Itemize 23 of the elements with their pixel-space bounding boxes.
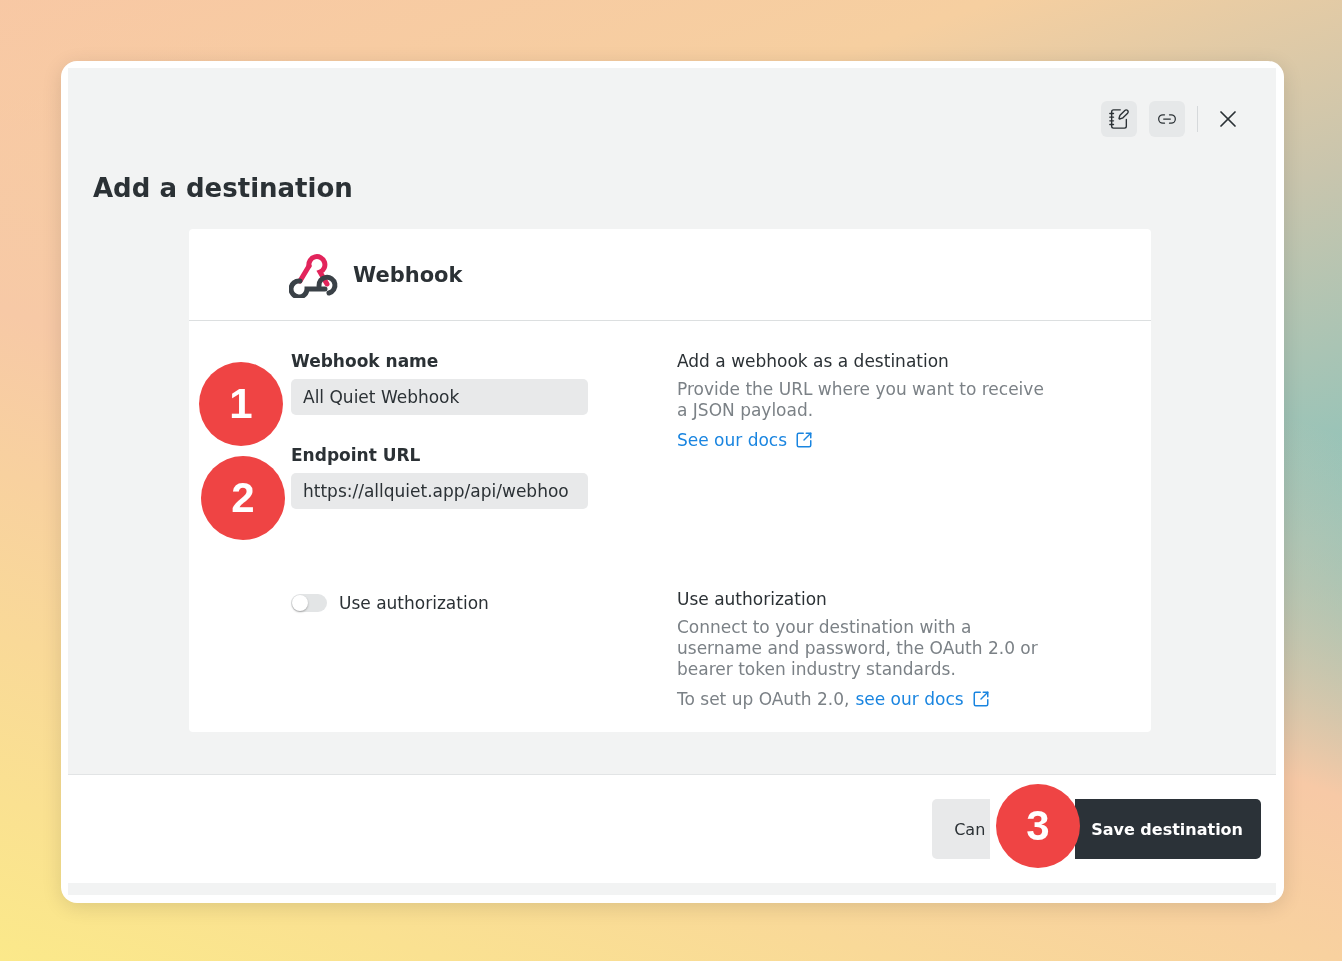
docs-link[interactable]: see our docs: [855, 689, 990, 709]
dialog-title: Add a destination: [93, 175, 354, 201]
info-text: Provide the URL where you want to receive a JSON payload.: [677, 379, 1045, 421]
info-text: To set up OAuth 2.0,: [677, 689, 850, 709]
cancel-button[interactable]: Can: [932, 799, 991, 859]
integration-name: Webhook: [353, 262, 463, 287]
input-field[interactable]: https://allquiet.app/api/webhoo: [291, 473, 588, 509]
copy-link-button[interactable]: [1149, 101, 1185, 137]
toggle-label: Use authorization: [339, 593, 489, 613]
docs-link[interactable]: See our docs: [677, 430, 1057, 450]
notes-edit-icon: [1108, 108, 1130, 130]
edit-notes-button[interactable]: [1101, 101, 1137, 137]
authorization-toggle[interactable]: [291, 594, 327, 612]
webhook-icon: [289, 251, 339, 298]
info-title: Use authorization: [677, 589, 828, 609]
input-field[interactable]: All Quiet Webhook: [291, 379, 588, 415]
info-title: Add a webhook as a destination: [677, 351, 950, 371]
external-link-icon: [795, 431, 814, 449]
field-label: Webhook name: [291, 351, 440, 371]
save-button[interactable]: Save destination: [1075, 799, 1261, 859]
external-link-icon: [971, 690, 990, 708]
info-text: Connect to your destination with a username and password, the OAuth 2.0 or bearer token industry standards.: [677, 617, 1039, 680]
field-label: Endpoint URL: [291, 445, 422, 465]
